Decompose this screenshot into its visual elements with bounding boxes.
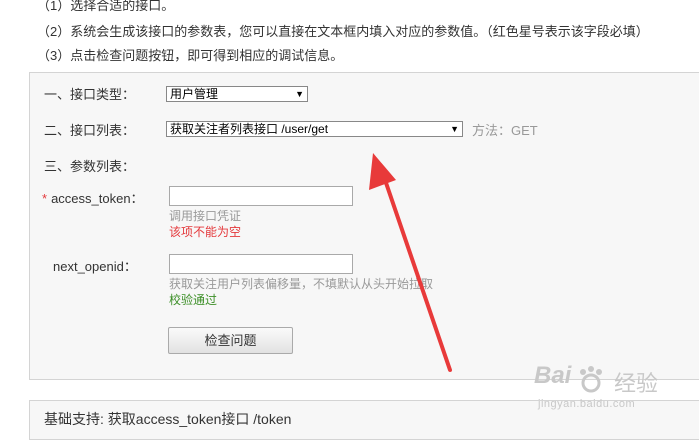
watermark-url: jingyan.baidu.com	[538, 398, 636, 410]
watermark-jingyan-text: 经验	[614, 371, 659, 396]
watermark-logo-text: Bai	[534, 362, 572, 389]
paw-icon	[580, 366, 602, 393]
baidu-jingyan-watermark: Bai 经验 jingyan.baidu.com	[534, 362, 694, 412]
